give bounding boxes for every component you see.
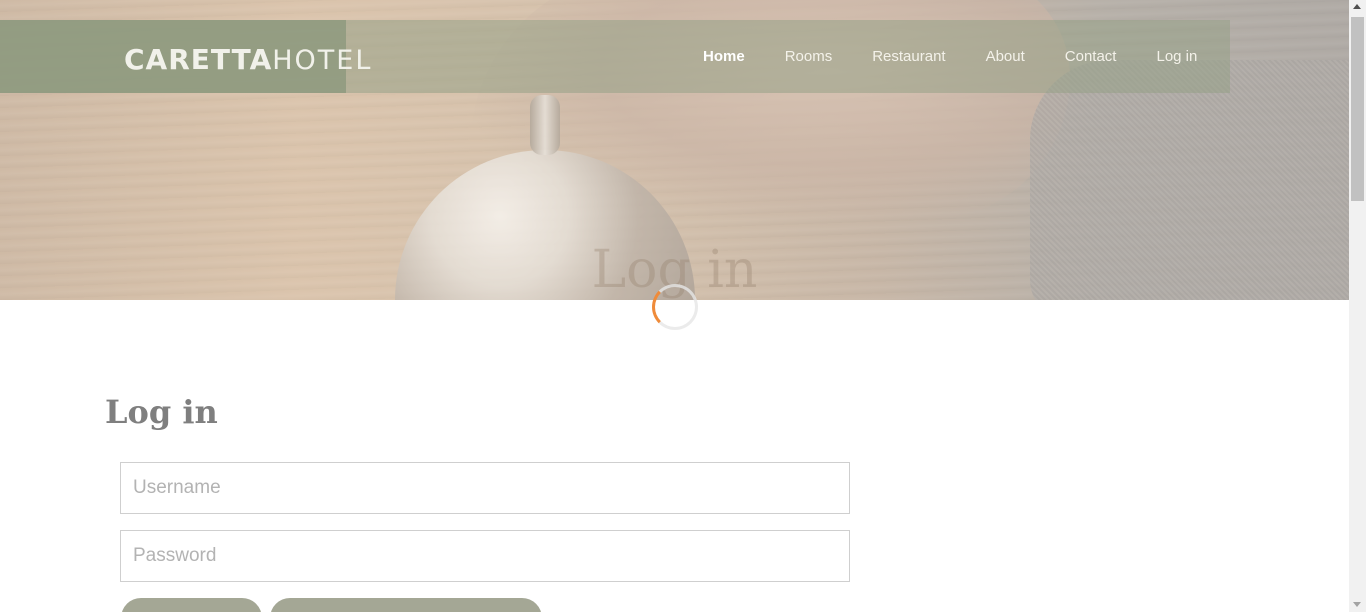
nav-item-about[interactable]: About [966,48,1045,65]
main-nav: Home Rooms Restaurant About Contact Log … [683,20,1217,93]
logo-text-bold: CARETTA [124,43,273,76]
username-input[interactable] [120,462,850,514]
nav-item-rooms[interactable]: Rooms [765,48,853,65]
loading-spinner-icon [652,284,698,330]
scroll-down-arrow-icon[interactable] [1353,602,1361,607]
password-input[interactable] [120,530,850,582]
login-button[interactable] [121,598,262,612]
logo-text-light: HOTEL [272,45,373,76]
secondary-button[interactable] [270,598,542,612]
nav-item-home[interactable]: Home [683,48,765,65]
scrollbar-thumb[interactable] [1351,17,1364,201]
scroll-up-arrow-icon[interactable] [1353,4,1361,9]
page-title: Log in [105,393,218,431]
nav-item-login[interactable]: Log in [1136,48,1217,65]
nav-item-contact[interactable]: Contact [1045,48,1137,65]
nav-item-restaurant[interactable]: Restaurant [852,48,965,65]
site-logo[interactable]: CARETTA HOTEL [124,43,373,76]
